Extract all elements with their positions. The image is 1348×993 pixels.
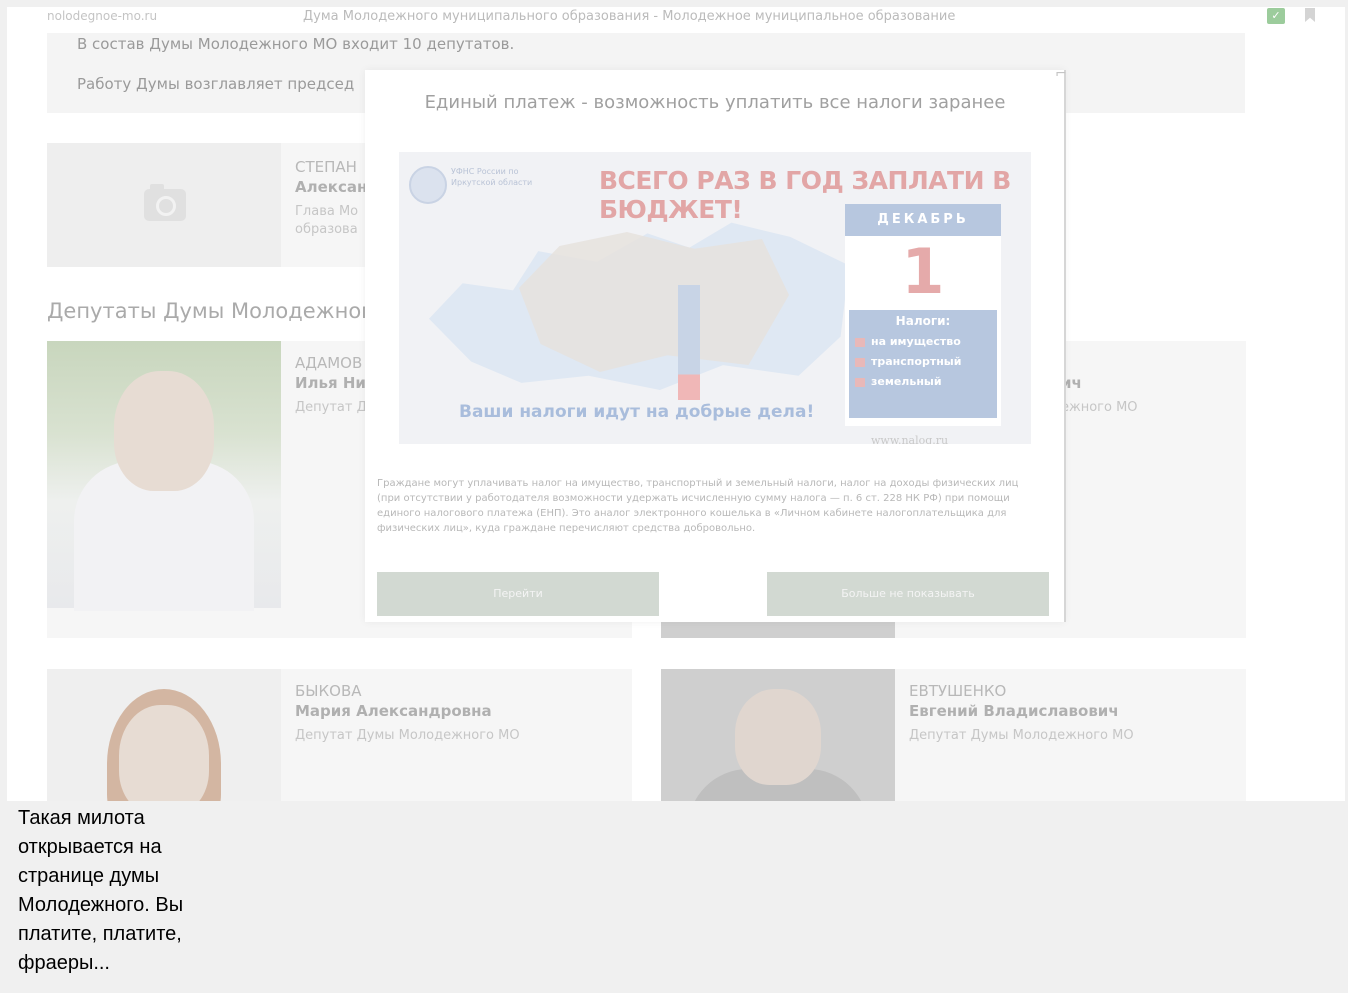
map-photo-tiles	[519, 232, 789, 372]
deputy-card-evtushenko[interactable]: ЕВТУШЕНКО Евгений Владиславович Депутат …	[661, 669, 1246, 801]
tax-item-label: транспортный	[871, 355, 962, 368]
modal-edge	[1064, 70, 1066, 622]
deputy-role: ежного МО	[1061, 400, 1138, 415]
head-card-text: СТЕПАН Алексан Глава Мо образова	[295, 157, 367, 239]
screenshot-frame: nolodegnoe-mo.ru Дума Молодежного муници…	[0, 0, 1348, 993]
deputy-name: Мария Александровна	[295, 702, 492, 720]
dont-show-again-button[interactable]: Больше не показывать	[767, 572, 1049, 616]
envelope-icon	[855, 337, 865, 347]
green-square-icon[interactable]: ✓	[1267, 8, 1285, 24]
deputy-role: Депутат Думы Молодежного МО	[909, 728, 1134, 743]
banner-org: УФНС России по Иркутской области	[451, 167, 533, 187]
section-title: Депутаты Думы Молодежног	[47, 299, 373, 323]
envelope-icon	[855, 357, 865, 367]
head-photo-placeholder	[47, 143, 281, 267]
tax-popup-modal: ⌐ Единый платеж - возможность уплатить в…	[365, 66, 1067, 622]
tax-item: транспортный	[855, 355, 997, 368]
camera-icon	[144, 184, 186, 221]
modal-title: Единый платеж - возможность уплатить все…	[424, 92, 1006, 113]
tax-item-label: на имущество	[871, 335, 961, 348]
banner-slogan: Ваши налоги идут на добрые дела!	[459, 402, 815, 422]
deputy-text: БЫКОВА Мария Александровна Депутат Думы …	[295, 681, 520, 745]
deputy-text: АДАМОВ Илья Ни Депутат Д	[295, 353, 367, 417]
info-line-deputies-count: В состав Думы Молодежного МО входит 10 д…	[77, 35, 515, 53]
deputy-surname: БЫКОВА	[295, 682, 362, 700]
calendar-day: 1	[901, 235, 945, 308]
head-name: Алексан	[295, 178, 368, 196]
close-icon[interactable]: ⌐	[1055, 66, 1067, 82]
deputy-text: ЕВТУШЕНКО Евгений Владиславович Депутат …	[909, 681, 1134, 745]
deputy-name: ич	[1061, 374, 1082, 392]
deputy-role: Депутат Д	[295, 400, 367, 415]
modal-description: Граждане могут уплачивать налог на имуще…	[377, 478, 1019, 534]
bookmark-icon[interactable]	[1305, 8, 1315, 22]
person-head	[735, 689, 821, 785]
fns-emblem-icon	[409, 166, 447, 204]
tax-item: земельный	[855, 375, 997, 388]
calendar-month: ДЕКАБРЬ	[845, 204, 1001, 236]
deputy-name: Евгений Владиславович	[909, 702, 1119, 720]
deputy-card-bykova[interactable]: БЫКОВА Мария Александровна Депутат Думы …	[47, 669, 632, 801]
envelope-icon	[855, 377, 865, 387]
tax-banner-image: УФНС России по Иркутской области ВСЕГО Р…	[399, 152, 1031, 444]
banner-site: www.nalog.ru	[871, 434, 949, 444]
person-head	[114, 371, 214, 491]
tab-title[interactable]: Дума Молодежного муниципального образова…	[303, 9, 955, 24]
tab-domain[interactable]: nolodegnoe-mo.ru	[47, 9, 157, 23]
deputy-surname: АДАМОВ	[295, 354, 363, 372]
deputy-name: Илья Ни	[295, 374, 366, 392]
deputy-photo	[47, 341, 281, 611]
info-line-chairman: Работу Думы возглавляет председ	[77, 75, 355, 93]
tax-item-label: земельный	[871, 375, 942, 388]
taxes-list-box: Налоги: на имущество транспортный земель…	[849, 310, 997, 418]
web-page: nolodegnoe-mo.ru Дума Молодежного муници…	[7, 7, 1345, 801]
tax-item: на имущество	[855, 335, 997, 348]
deputy-surname: ЕВТУШЕНКО	[909, 682, 1007, 700]
browser-tab-bar: nolodegnoe-mo.ru Дума Молодежного муници…	[7, 7, 1345, 29]
flag-strip	[678, 285, 700, 400]
head-surname: СТЕПАН	[295, 158, 357, 176]
deputy-role: Депутат Думы Молодежного МО	[295, 728, 520, 743]
go-button[interactable]: Перейти	[377, 572, 659, 616]
deputy-text: ич ежного МО	[1061, 373, 1138, 417]
deputy-photo	[47, 669, 281, 801]
head-role: Глава Мо образова	[295, 204, 359, 237]
taxes-title: Налоги:	[895, 314, 951, 328]
deputy-photo	[661, 669, 895, 801]
person-head	[119, 705, 209, 801]
screenshot-caption: Такая милота открывается на странице дум…	[18, 807, 184, 974]
